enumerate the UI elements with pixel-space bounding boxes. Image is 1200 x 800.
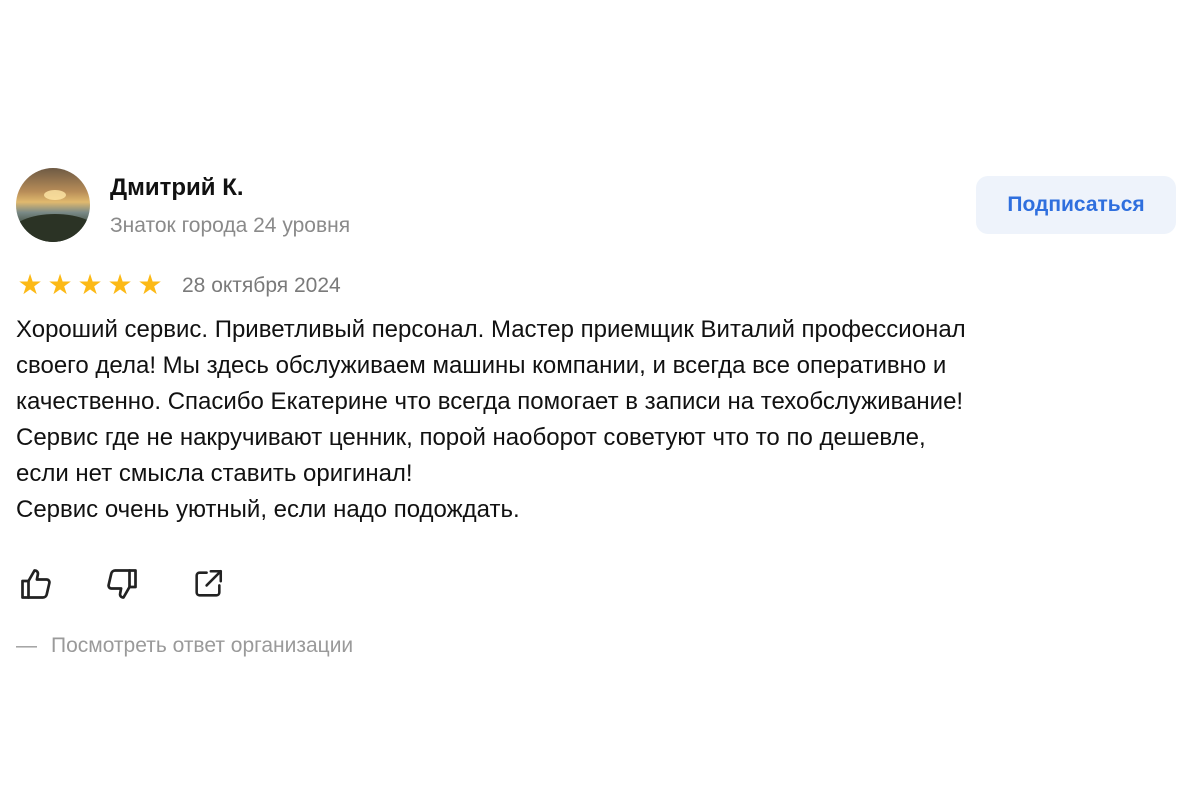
review-text-line: Сервис где не накручивают ценник, порой … [16, 424, 926, 451]
view-org-response-link[interactable]: — Посмотреть ответ организации [16, 634, 353, 658]
dislike-button[interactable] [102, 564, 142, 604]
review-text-line: если нет смысла ставить оригинал! [16, 460, 413, 487]
subscribe-button[interactable]: Подписаться [976, 176, 1176, 234]
star-icon: ★ [137, 269, 163, 300]
star-icon: ★ [47, 269, 73, 300]
star-icon: ★ [17, 269, 43, 300]
org-response-label: Посмотреть ответ организации [51, 634, 354, 657]
review-meta: ★ ★ ★ ★ ★ 28 октября 2024 [16, 270, 616, 302]
share-icon [195, 569, 223, 597]
dash-icon: — [16, 634, 37, 657]
thumbs-down-icon [107, 569, 137, 599]
thumbs-up-icon [21, 569, 51, 599]
like-button[interactable] [16, 564, 56, 604]
review-text: Хороший сервис. Приветливый персонал. Ма… [16, 312, 1176, 528]
avatar-sun [44, 190, 66, 200]
star-icon: ★ [107, 269, 133, 300]
share-button[interactable] [188, 564, 228, 604]
review-date: 28 октября 2024 [182, 274, 341, 297]
review-header: Дмитрий К. Знаток города 24 уровня Подпи… [16, 166, 1176, 244]
avatar[interactable] [16, 168, 90, 242]
review-actions [16, 564, 228, 604]
review-text-line: Сервис очень уютный, если надо подождать… [16, 496, 520, 523]
rating-stars: ★ ★ ★ ★ ★ [16, 270, 164, 300]
review-text-line: своего дела! Мы здесь обслуживаем машины… [16, 352, 947, 379]
star-icon: ★ [77, 269, 103, 300]
author-name[interactable]: Дмитрий К. [110, 174, 244, 202]
review-text-line: Хороший сервис. Приветливый персонал. Ма… [16, 316, 966, 343]
review-text-line: качественно. Спасибо Екатерине что всегд… [16, 388, 964, 415]
avatar-hill [16, 214, 90, 242]
review-card: Дмитрий К. Знаток города 24 уровня Подпи… [16, 166, 1176, 657]
author-level: Знаток города 24 уровня [110, 214, 351, 237]
